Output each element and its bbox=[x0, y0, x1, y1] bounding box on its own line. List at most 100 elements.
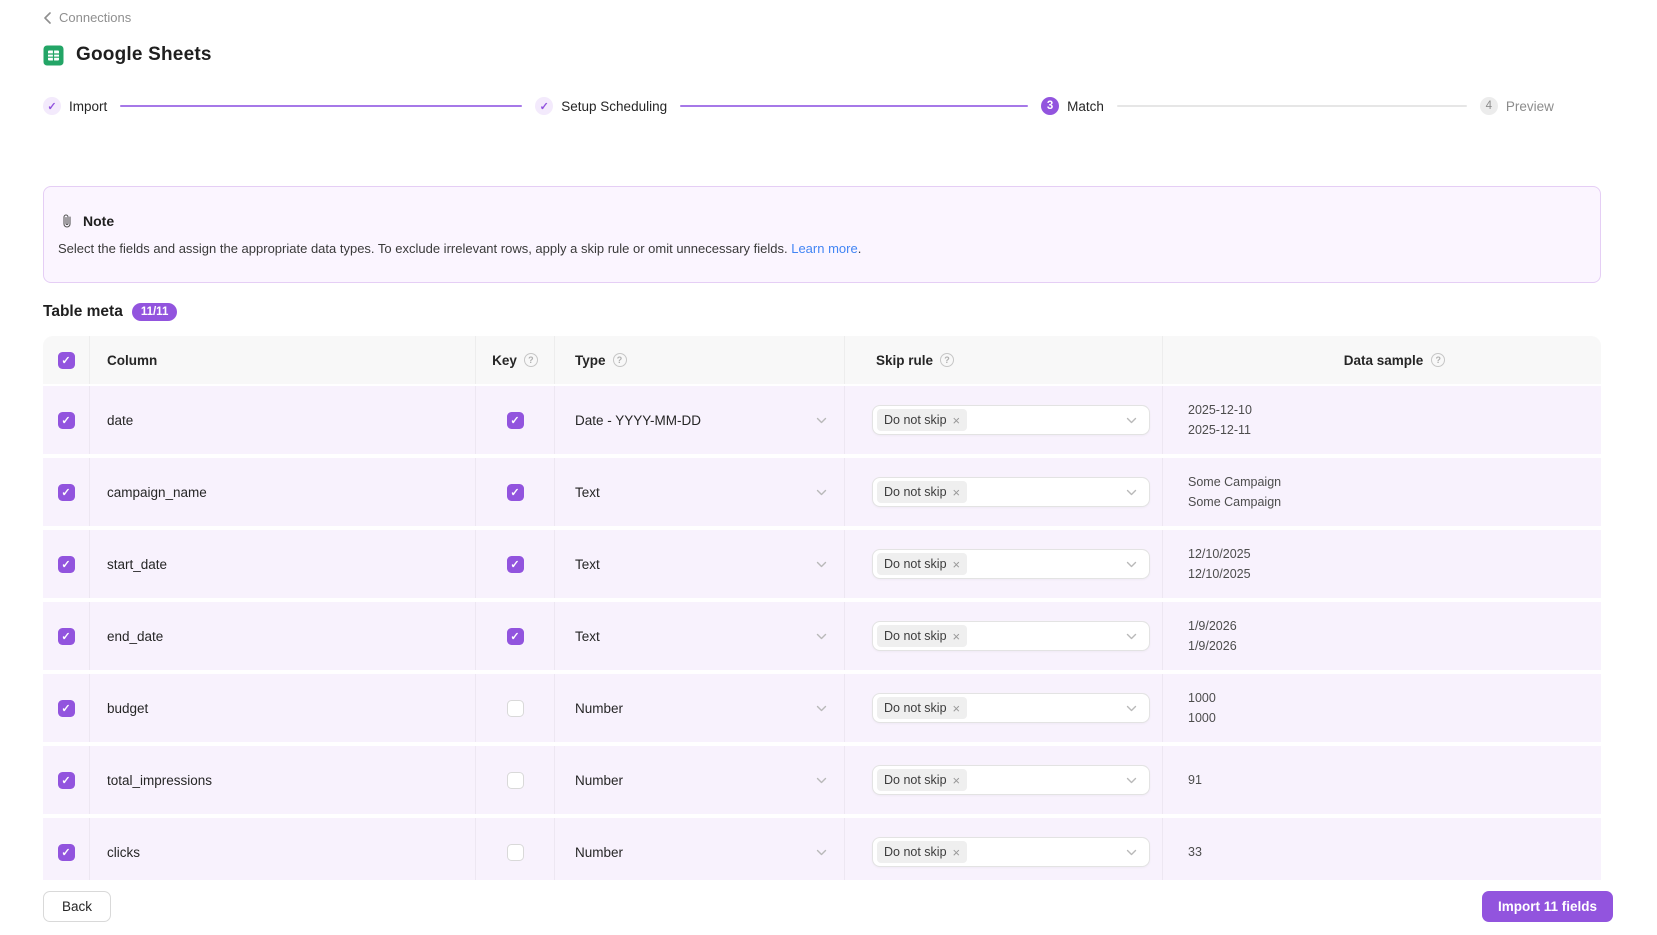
column-name: date bbox=[107, 412, 134, 428]
type-select[interactable]: Date - YYYY-MM-DD bbox=[555, 386, 845, 454]
key-header: Key bbox=[492, 352, 517, 368]
paperclip-icon bbox=[63, 214, 71, 228]
chevron-down-icon bbox=[816, 417, 827, 423]
sample-value: 12/10/2025 bbox=[1188, 546, 1251, 561]
table-row: ✓ clicks Number Do not skip × 33 bbox=[43, 818, 1601, 880]
row-select-checkbox[interactable]: ✓ bbox=[57, 699, 75, 717]
help-icon[interactable]: ? bbox=[1431, 353, 1446, 367]
key-checkbox[interactable]: ✓ bbox=[506, 555, 524, 573]
step-label: Import bbox=[69, 98, 108, 114]
type-select[interactable]: Text bbox=[555, 602, 845, 670]
column-name: total_impressions bbox=[107, 772, 213, 788]
sample-value: 1000 bbox=[1188, 710, 1216, 725]
step-setup-scheduling[interactable]: ✓ Setup Scheduling bbox=[535, 97, 667, 115]
data-sample-cell: 33 bbox=[1163, 818, 1601, 880]
sample-value: 2025-12-10 bbox=[1188, 402, 1252, 417]
back-button[interactable]: Back bbox=[43, 891, 112, 922]
step-preview[interactable]: 4 Preview bbox=[1479, 97, 1554, 115]
remove-tag-icon[interactable]: × bbox=[953, 702, 961, 715]
row-select-checkbox[interactable]: ✓ bbox=[57, 627, 75, 645]
note-title-row: Note bbox=[61, 213, 1576, 229]
note-text: Select the fields and assign the appropr… bbox=[58, 241, 792, 256]
type-select[interactable]: Text bbox=[555, 530, 845, 598]
row-select-checkbox[interactable]: ✓ bbox=[57, 771, 75, 789]
step-check-icon: ✓ bbox=[535, 97, 554, 115]
step-match[interactable]: 3 Match bbox=[1041, 97, 1104, 115]
step-label: Preview bbox=[1505, 98, 1554, 114]
remove-tag-icon[interactable]: × bbox=[953, 846, 961, 859]
skip-rule-select[interactable]: Do not skip × bbox=[872, 549, 1150, 579]
step-import[interactable]: ✓ Import bbox=[43, 97, 107, 115]
skip-rule-select[interactable]: Do not skip × bbox=[872, 693, 1150, 723]
remove-tag-icon[interactable]: × bbox=[953, 630, 961, 643]
skip-rule-tag: Do not skip × bbox=[877, 625, 968, 647]
learn-more-link[interactable]: Learn more bbox=[791, 241, 857, 256]
app-title-row: Google Sheets bbox=[43, 44, 1614, 66]
skip-rule-select[interactable]: Do not skip × bbox=[872, 621, 1150, 651]
skip-rule-value: Do not skip bbox=[884, 557, 947, 571]
row-select-checkbox[interactable]: ✓ bbox=[57, 483, 75, 501]
column-name: clicks bbox=[107, 844, 140, 860]
data-sample-cell: 1000 1000 bbox=[1163, 674, 1601, 742]
remove-tag-icon[interactable]: × bbox=[953, 486, 961, 499]
type-value: Number bbox=[575, 772, 624, 788]
chevron-down-icon bbox=[1126, 705, 1137, 711]
remove-tag-icon[interactable]: × bbox=[953, 774, 961, 787]
skip-rule-select[interactable]: Do not skip × bbox=[872, 477, 1150, 507]
breadcrumb-label[interactable]: Connections bbox=[59, 10, 131, 25]
row-select-checkbox[interactable]: ✓ bbox=[57, 411, 75, 429]
key-checkbox[interactable] bbox=[506, 771, 524, 789]
table-row: ✓ budget Number Do not skip × 1000 1000 bbox=[43, 674, 1601, 746]
count-badge: 11/11 bbox=[131, 303, 178, 321]
help-icon[interactable]: ? bbox=[523, 353, 538, 367]
sample-value: Some Campaign bbox=[1188, 494, 1282, 509]
skip-rule-tag: Do not skip × bbox=[877, 841, 968, 863]
select-all-checkbox[interactable]: ✓ bbox=[57, 351, 75, 369]
type-header: Type bbox=[575, 352, 606, 368]
remove-tag-icon[interactable]: × bbox=[953, 414, 961, 427]
type-select[interactable]: Number bbox=[555, 746, 845, 814]
key-checkbox[interactable]: ✓ bbox=[506, 411, 524, 429]
chevron-down-icon bbox=[1126, 777, 1137, 783]
help-icon[interactable]: ? bbox=[612, 353, 627, 367]
skip-rule-select[interactable]: Do not skip × bbox=[872, 765, 1150, 795]
help-icon[interactable]: ? bbox=[940, 353, 955, 367]
step-connector bbox=[120, 105, 523, 107]
skip-rule-select[interactable]: Do not skip × bbox=[872, 837, 1150, 867]
section-title: Table meta bbox=[43, 303, 123, 320]
chevron-down-icon bbox=[1126, 561, 1137, 567]
breadcrumb[interactable]: Connections bbox=[43, 10, 131, 25]
row-select-checkbox[interactable]: ✓ bbox=[57, 555, 75, 573]
data-sample-cell: 2025-12-10 2025-12-11 bbox=[1163, 386, 1601, 454]
data-sample-cell: 12/10/2025 12/10/2025 bbox=[1163, 530, 1601, 598]
key-checkbox[interactable] bbox=[506, 843, 524, 861]
type-value: Number bbox=[575, 700, 624, 716]
sample-value: 91 bbox=[1188, 772, 1202, 787]
data-sample-cell: 91 bbox=[1163, 746, 1601, 814]
skip-rule-select[interactable]: Do not skip × bbox=[872, 405, 1150, 435]
key-checkbox[interactable]: ✓ bbox=[506, 483, 524, 501]
chevron-down-icon bbox=[1126, 489, 1137, 495]
type-value: Date - YYYY-MM-DD bbox=[575, 412, 702, 428]
key-checkbox[interactable] bbox=[506, 699, 524, 717]
chevron-down-icon bbox=[1126, 633, 1137, 639]
sample-value: 1/9/2026 bbox=[1188, 618, 1237, 633]
skip-rule-header: Skip rule bbox=[876, 352, 934, 368]
sample-value: 1/9/2026 bbox=[1188, 638, 1237, 653]
data-sample-header: Data sample bbox=[1343, 352, 1424, 368]
skip-rule-tag: Do not skip × bbox=[877, 697, 968, 719]
row-select-checkbox[interactable]: ✓ bbox=[57, 843, 75, 861]
type-select[interactable]: Number bbox=[555, 818, 845, 880]
sample-value: 1000 bbox=[1188, 690, 1216, 705]
remove-tag-icon[interactable]: × bbox=[953, 558, 961, 571]
chevron-left-icon bbox=[44, 11, 51, 24]
skip-rule-tag: Do not skip × bbox=[877, 553, 968, 575]
type-select[interactable]: Text bbox=[555, 458, 845, 526]
key-checkbox[interactable]: ✓ bbox=[506, 627, 524, 645]
note-box: Note Select the fields and assign the ap… bbox=[43, 186, 1601, 283]
section-head: Table meta 11/11 bbox=[43, 303, 1614, 321]
table-row: ✓ campaign_name ✓ Text Do not skip × Som… bbox=[43, 458, 1601, 530]
type-value: Text bbox=[575, 628, 600, 644]
import-button[interactable]: Import 11 fields bbox=[1481, 891, 1613, 922]
type-select[interactable]: Number bbox=[555, 674, 845, 742]
